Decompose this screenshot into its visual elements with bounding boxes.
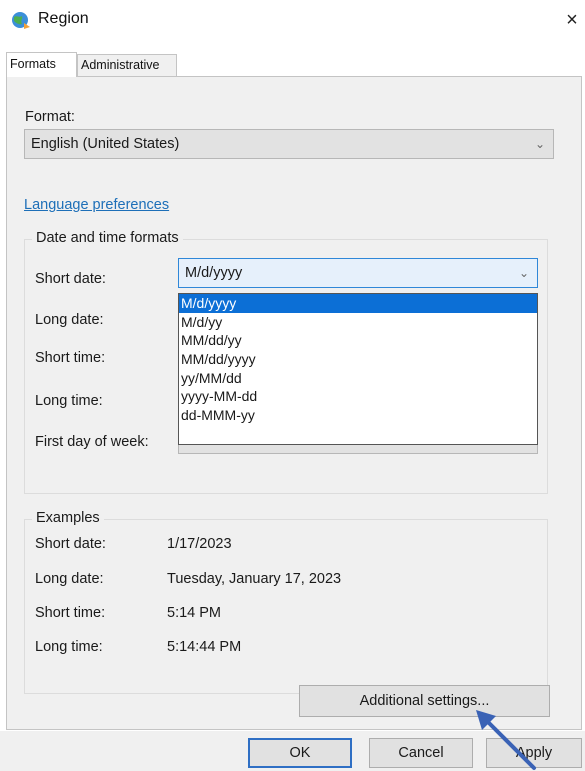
tab-formats[interactable]: Formats (6, 52, 77, 77)
window-title: Region (38, 10, 89, 27)
example-long-time-label: Long time: (35, 639, 103, 655)
dropdown-option[interactable]: yy/MM/dd (179, 369, 537, 388)
date-time-formats-title: Date and time formats (32, 230, 183, 246)
example-short-time-label: Short time: (35, 605, 106, 621)
language-preferences-link[interactable]: Language preferences (24, 197, 169, 213)
short-time-label: Short time: (35, 350, 106, 366)
title-bar: Region × (0, 0, 585, 40)
dropdown-option[interactable]: dd-MMM-yy (179, 406, 537, 425)
example-long-date-value: Tuesday, January 17, 2023 (167, 571, 342, 587)
first-day-of-week-label: First day of week: (35, 434, 149, 450)
long-time-label: Long time: (35, 393, 103, 409)
format-value: English (United States) (31, 136, 180, 152)
dropdown-option[interactable]: yyyy-MM-dd (179, 387, 537, 406)
dropdown-option[interactable]: MM/dd/yy (179, 331, 537, 350)
long-date-label: Long date: (35, 312, 104, 328)
short-date-label: Short date: (35, 271, 106, 287)
chevron-down-icon: ⌄ (534, 137, 545, 151)
short-date-value: M/d/yyyy (185, 265, 243, 281)
close-icon[interactable]: × (560, 6, 584, 34)
tab-strip: Formats Administrative (0, 52, 585, 77)
example-short-date-label: Short date: (35, 536, 106, 552)
format-label: Format: (25, 109, 75, 125)
example-long-date-label: Long date: (35, 571, 104, 587)
dropdown-option[interactable]: MM/dd/yyyy (179, 350, 537, 369)
example-short-time-value: 5:14 PM (167, 605, 221, 621)
short-date-dropdown-list: M/d/yyyy M/d/yy MM/dd/yy MM/dd/yyyy yy/M… (178, 293, 538, 445)
tab-administrative[interactable]: Administrative (77, 54, 177, 76)
dropdown-option[interactable]: M/d/yyyy (179, 294, 537, 313)
chevron-down-icon: ⌄ (518, 266, 529, 280)
dropdown-option[interactable]: M/d/yy (179, 313, 537, 332)
ok-button[interactable]: OK (248, 738, 352, 768)
cancel-button[interactable]: Cancel (369, 738, 473, 768)
short-date-select[interactable]: M/d/yyyy ⌄ (178, 258, 538, 288)
globe-region-icon (12, 12, 30, 29)
examples-title: Examples (32, 510, 104, 526)
example-short-date-value: 1/17/2023 (167, 536, 232, 552)
format-select[interactable]: English (United States) ⌄ (24, 129, 554, 159)
example-long-time-value: 5:14:44 PM (167, 639, 242, 655)
arrow-pointer-icon (476, 710, 536, 770)
